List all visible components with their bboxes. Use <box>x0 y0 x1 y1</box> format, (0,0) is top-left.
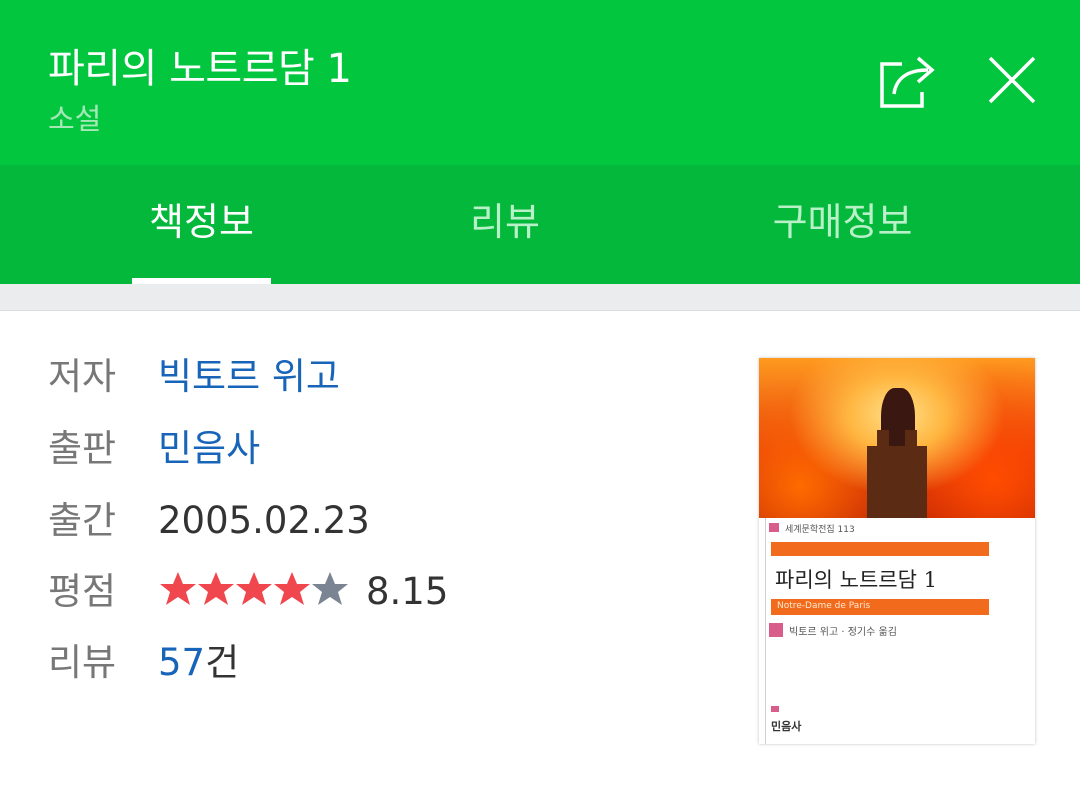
publish-date: 2005.02.23 <box>158 499 370 542</box>
cover-publisher: 민음사 <box>771 720 802 733</box>
tab-purchase-info[interactable]: 구매정보 <box>755 165 930 284</box>
star-filled-icon <box>160 572 196 605</box>
star-filled-icon <box>198 572 234 605</box>
cover-subtitle: Notre-Dame de Paris <box>777 601 871 611</box>
cover-cathedral <box>867 446 927 518</box>
close-icon <box>988 56 1036 104</box>
tab-bar: 책정보 리뷰 구매정보 <box>0 165 1080 284</box>
section-divider <box>0 284 1080 311</box>
author-label: 저자 <box>48 355 117 398</box>
review-row: 리뷰 57건 <box>48 638 239 688</box>
review-unit: 건 <box>205 641 240 684</box>
author-link[interactable]: 빅토르 위고 <box>158 355 340 398</box>
cover-publisher-mark <box>771 706 779 712</box>
close-button[interactable] <box>982 50 1042 110</box>
tab-book-info[interactable]: 책정보 <box>132 165 271 284</box>
page-subtitle: 소설 <box>48 102 102 136</box>
header: 파리의 노트르담 1 소설 <box>0 0 1080 165</box>
cover-author: 빅토르 위고 · 정기수 옮김 <box>789 627 897 638</box>
publisher-link[interactable]: 민음사 <box>158 427 260 470</box>
star-rating <box>158 570 348 620</box>
cover-bar-top <box>771 542 989 556</box>
review-label: 리뷰 <box>48 641 117 684</box>
publisher-label: 출판 <box>48 427 117 470</box>
cover-series: 세계문학전집 113 <box>785 525 855 535</box>
star-filled-icon <box>236 572 272 605</box>
review-count-link[interactable]: 57 <box>158 641 205 684</box>
cover-series-mark <box>769 523 779 532</box>
rating-row: 평점 8.15 <box>48 567 448 617</box>
rating-label: 평점 <box>48 570 117 613</box>
star-filled-icon <box>274 572 310 605</box>
share-icon <box>880 56 935 108</box>
page-title: 파리의 노트르담 1 <box>48 46 352 92</box>
author-row: 저자 빅토르 위고 <box>48 352 340 402</box>
cover-spine-line <box>765 518 766 744</box>
date-row: 출간 2005.02.23 <box>48 496 370 546</box>
star-empty-icon <box>312 572 348 605</box>
cover-author-mark <box>769 623 783 637</box>
book-cover[interactable]: 세계문학전집 113 파리의 노트르담 1 Notre-Dame de Pari… <box>759 358 1035 744</box>
tab-reviews[interactable]: 리뷰 <box>440 165 570 284</box>
rating-value: 8.15 <box>366 570 449 613</box>
publisher-row: 출판 민음사 <box>48 424 260 474</box>
cover-title: 파리의 노트르담 1 <box>775 568 937 592</box>
share-button[interactable] <box>872 50 944 114</box>
date-label: 출간 <box>48 499 117 542</box>
